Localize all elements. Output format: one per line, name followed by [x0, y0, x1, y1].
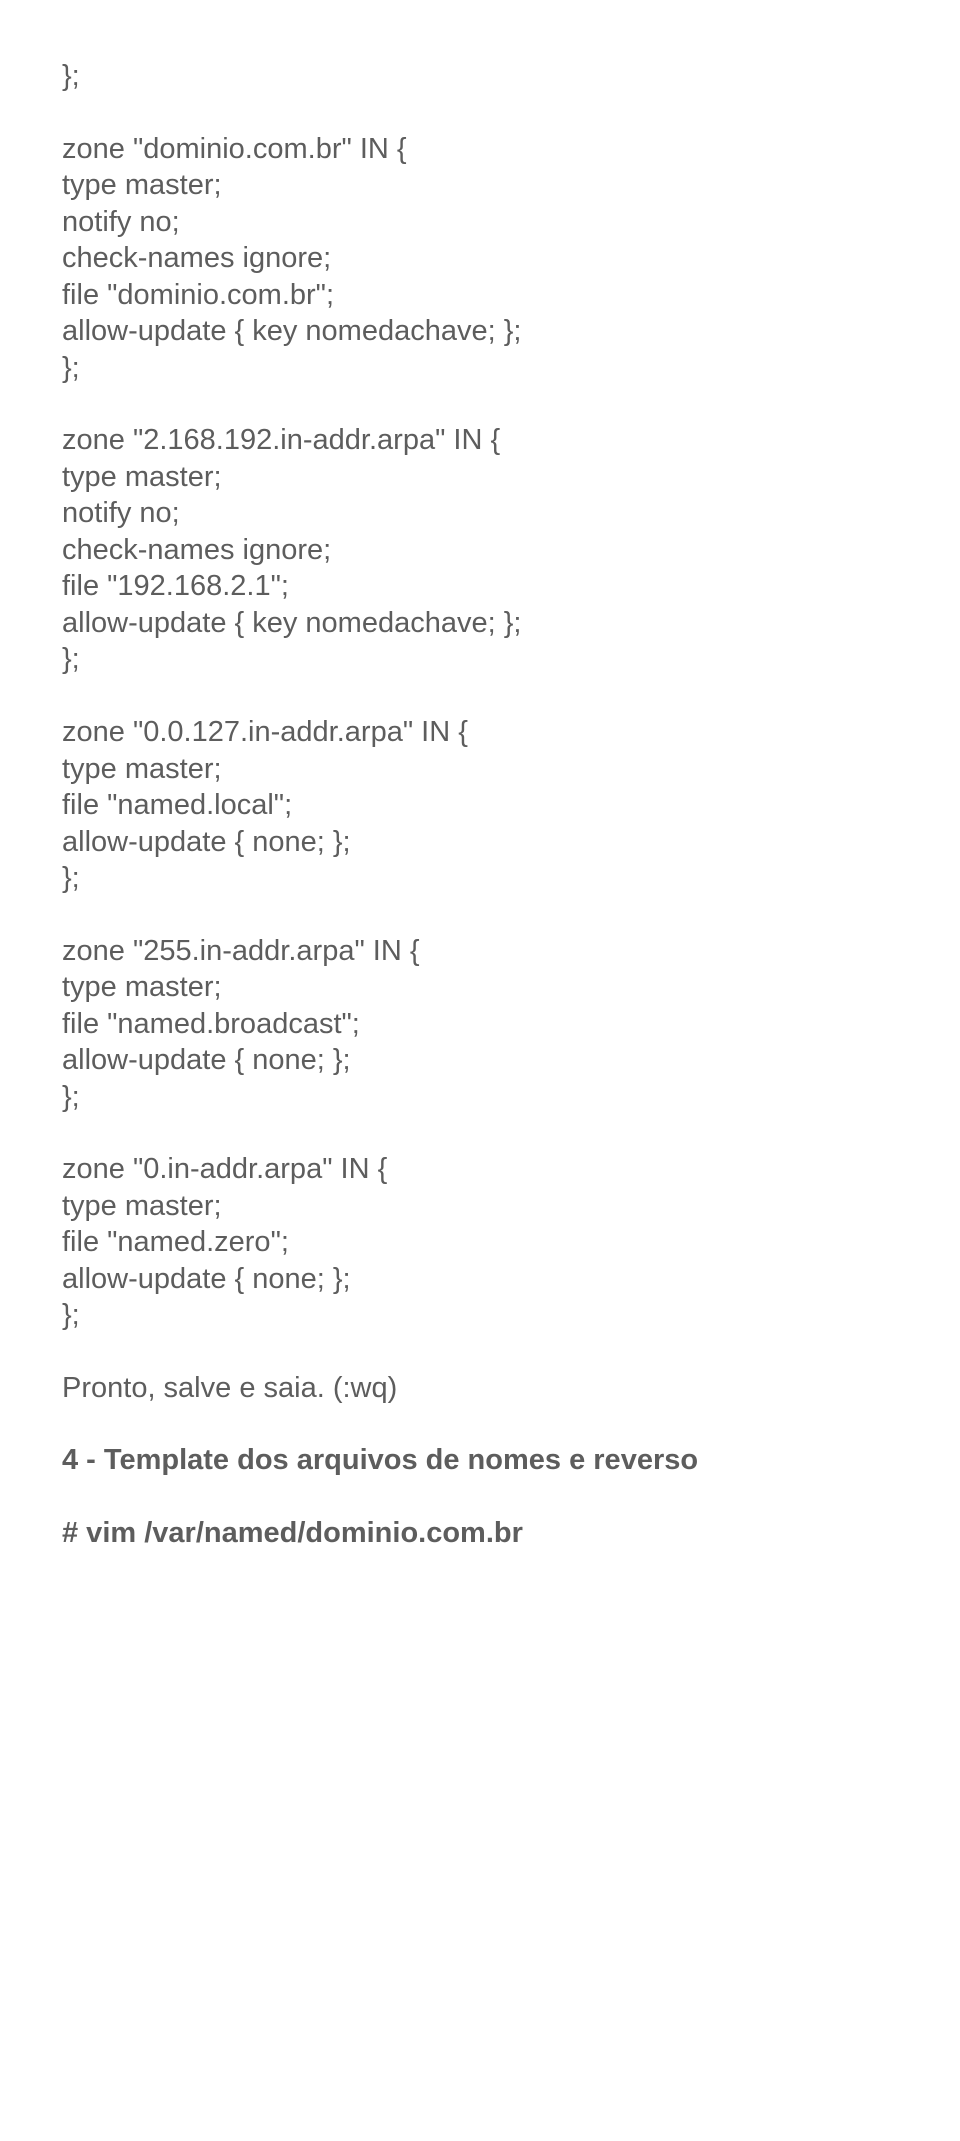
- text-block: zone "0.in-addr.arpa" IN {type master;fi…: [62, 1151, 898, 1334]
- text-block: };: [62, 58, 898, 95]
- text-line: check-names ignore;: [62, 240, 898, 277]
- text-line: allow-update { key nomedachave; };: [62, 313, 898, 350]
- text-line: };: [62, 350, 898, 387]
- text-block: 4 - Template dos arquivos de nomes e rev…: [62, 1442, 898, 1479]
- text-line: file "named.zero";: [62, 1224, 898, 1261]
- text-line: file "named.local";: [62, 787, 898, 824]
- text-line: # vim /var/named/dominio.com.br: [62, 1515, 898, 1552]
- text-line: allow-update { key nomedachave; };: [62, 605, 898, 642]
- text-line: notify no;: [62, 204, 898, 241]
- text-line: };: [62, 860, 898, 897]
- text-line: zone "2.168.192.in-addr.arpa" IN {: [62, 422, 898, 459]
- text-line: allow-update { none; };: [62, 824, 898, 861]
- text-line: Pronto, salve e saia. (:wq): [62, 1370, 898, 1407]
- text-line: type master;: [62, 167, 898, 204]
- text-line: 4 - Template dos arquivos de nomes e rev…: [62, 1442, 898, 1479]
- text-block: zone "2.168.192.in-addr.arpa" IN {type m…: [62, 422, 898, 678]
- text-block: zone "255.in-addr.arpa" IN {type master;…: [62, 933, 898, 1116]
- text-line: file "named.broadcast";: [62, 1006, 898, 1043]
- document-body: };zone "dominio.com.br" IN {type master;…: [62, 58, 898, 1552]
- text-line: type master;: [62, 459, 898, 496]
- text-line: zone "dominio.com.br" IN {: [62, 131, 898, 168]
- text-line: type master;: [62, 969, 898, 1006]
- text-block: zone "dominio.com.br" IN {type master;no…: [62, 131, 898, 387]
- text-line: zone "255.in-addr.arpa" IN {: [62, 933, 898, 970]
- text-line: notify no;: [62, 495, 898, 532]
- text-line: };: [62, 1297, 898, 1334]
- text-line: };: [62, 58, 898, 95]
- text-line: type master;: [62, 1188, 898, 1225]
- text-block: # vim /var/named/dominio.com.br: [62, 1515, 898, 1552]
- text-line: file "dominio.com.br";: [62, 277, 898, 314]
- text-line: type master;: [62, 751, 898, 788]
- text-line: };: [62, 1079, 898, 1116]
- text-line: };: [62, 641, 898, 678]
- text-line: zone "0.0.127.in-addr.arpa" IN {: [62, 714, 898, 751]
- text-line: zone "0.in-addr.arpa" IN {: [62, 1151, 898, 1188]
- text-block: Pronto, salve e saia. (:wq): [62, 1370, 898, 1407]
- text-line: check-names ignore;: [62, 532, 898, 569]
- text-line: allow-update { none; };: [62, 1261, 898, 1298]
- text-block: zone "0.0.127.in-addr.arpa" IN {type mas…: [62, 714, 898, 897]
- text-line: file "192.168.2.1";: [62, 568, 898, 605]
- text-line: allow-update { none; };: [62, 1042, 898, 1079]
